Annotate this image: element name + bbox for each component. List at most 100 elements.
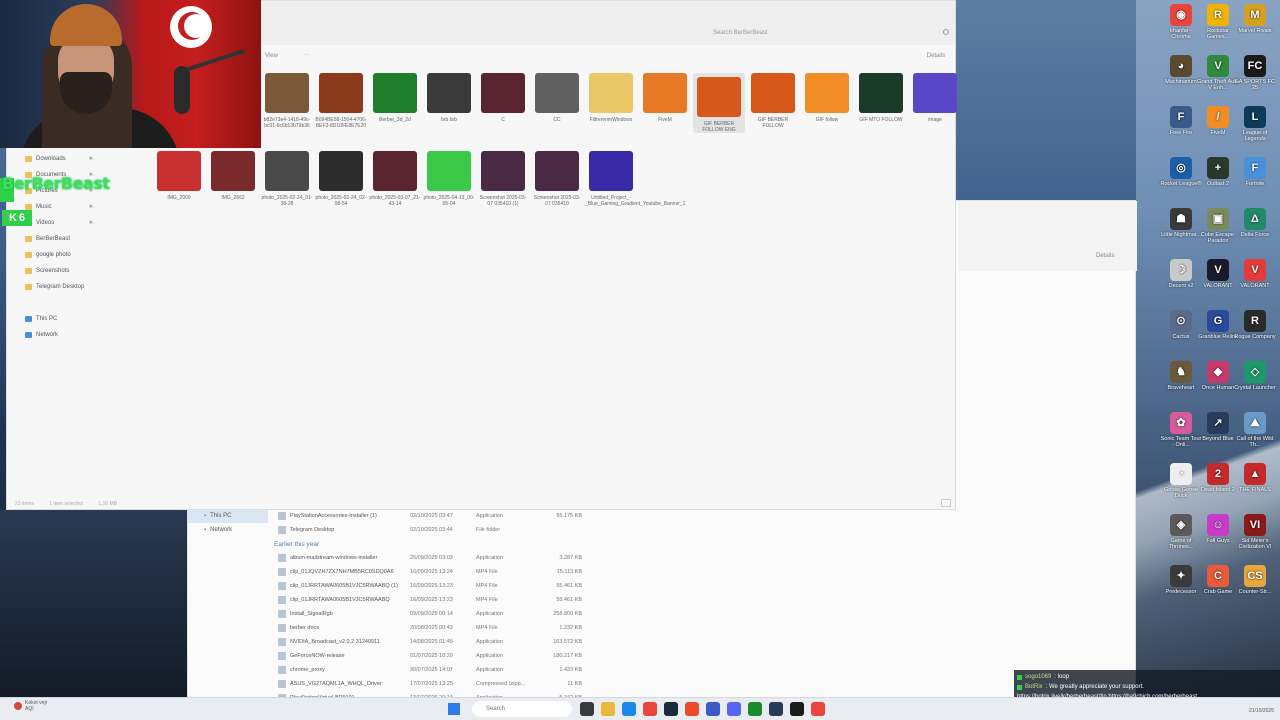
windows-start-icon[interactable] [448,703,460,715]
steam-icon[interactable] [664,702,678,716]
back-nav-item[interactable]: ▪ Network [188,523,268,537]
desktop-shortcut[interactable]: V Grand Theft Auto V Enh... [1197,55,1239,91]
desktop-shortcut[interactable]: F Fortnite [1234,157,1276,187]
desktop-shortcut[interactable]: Δ Delta Force [1234,208,1276,238]
back-nav-item[interactable]: ▪ This PC [188,509,268,523]
file-tile[interactable]: Berber_3d_2d [369,73,421,123]
file-tile[interactable]: C [477,73,529,123]
xbox-icon[interactable] [748,702,762,716]
desktop-shortcut[interactable]: 2 Dead Island 2 [1197,463,1239,493]
discord-icon[interactable] [727,702,741,716]
desktop-shortcut[interactable]: R Rockstar Games... [1197,4,1239,40]
file-tile[interactable]: photo_2025-04-13_00-05-04 [423,151,475,207]
nav-item-nav_network[interactable]: Network [7,327,147,343]
table-row[interactable]: clip_01JQVZH7ZX7NH7MB5RC0SDQ0A6 16/09/202… [272,565,592,579]
more-options-button[interactable]: ··· [303,52,309,58]
nav-item[interactable]: google photo [7,247,147,263]
file-tile[interactable]: B094BE58-1504-4706-BEF3-8D10FE8E7E20 [315,73,367,129]
file-tile[interactable]: photo_2025-02-24_01-38-28 [261,151,313,207]
nav-item[interactable]: Screenshots [7,263,147,279]
chrome-icon[interactable] [643,702,657,716]
file-tile[interactable]: Screenshot 2025-03-07 035410 (1) [477,151,529,207]
desktop-shortcut[interactable]: ♞ Braveheart [1160,361,1202,391]
weather-widget[interactable]: Kokot vejr AQI [14,700,47,712]
table-row[interactable]: ASUS_VG27AQML1A_WHQL_Driver 17/07/2025 13… [272,677,592,691]
desktop-shortcut[interactable]: / FiveM [1197,106,1239,136]
file-tile[interactable]: IMG_2009 [153,151,205,201]
file-tile[interactable]: photo_2025-02-24_02-08-54 [315,151,367,207]
file-tile[interactable]: Untitled_Project_-_Blue_Gaming_Gradient_… [585,151,685,207]
file-tile[interactable]: brb brb [423,73,475,123]
desktop-shortcut[interactable]: ◎ Rocket League® [1160,157,1202,187]
desktop-shortcut[interactable]: G Granblue Relink [1197,310,1239,340]
file-tile[interactable]: FiltrerenmWindows [585,73,637,123]
desktop-shortcut[interactable]: ◔ Goose Goose Duck [1160,463,1202,499]
desktop-shortcut[interactable]: ◉ khanfar - Chrome [1160,4,1202,40]
group-header[interactable]: Earlier this year [272,537,592,551]
ea-icon[interactable] [685,702,699,716]
table-row[interactable]: clip_01JRRTAWA0605B1VJC5RWAABQ 16/09/2025… [272,593,592,607]
desktop-shortcut[interactable]: L League of Legends [1234,106,1276,142]
table-row[interactable]: GeForceNOW-release 01/07/2025 18:20 Applic… [272,649,592,663]
view-toggle-icon[interactable] [941,499,951,507]
back-window-titlebar[interactable] [958,201,1137,271]
desktop-shortcut[interactable]: R Rogue Company [1234,310,1276,340]
table-row[interactable]: berber docs 20/08/2025 00:43 MP4 File 1.232… [272,621,592,635]
desktop-shortcut[interactable]: ◆ Once Human [1197,361,1239,391]
file-tile[interactable]: Screenshot 2025-03-07 035410 [531,151,583,207]
file-tile[interactable]: GIF BERBER FOLLOW [747,73,799,129]
desktop-shortcut[interactable]: ◕ Machinarium [1160,55,1202,85]
desktop-shortcut[interactable]: ▣ Cube Escape: Paradox [1197,208,1239,244]
desktop-shortcut[interactable]: F Free Fire [1160,106,1202,136]
table-row[interactable]: clip_01JRRTAWA0605B1VJC5RWAABQ (1) 16/09/… [272,579,592,593]
mail-icon[interactable] [706,702,720,716]
details-button[interactable]: Details [927,53,945,59]
desktop-shortcut[interactable]: V VALORANT [1197,259,1239,289]
desktop-shortcut[interactable]: V VALORANT [1234,259,1276,289]
nav-item[interactable]: Telegram Desktop [7,279,147,295]
steam2-icon[interactable] [769,702,783,716]
desktop-shortcut[interactable]: M Marvel Rivals [1234,4,1276,34]
file-tile[interactable]: GIF BERBER FOLLOW ENG [693,73,745,133]
desktop-shortcut[interactable]: C Crab Game [1197,565,1239,595]
file-tile[interactable]: b82e73e4-1418-49c-bc01-6c6b13b79b36 [261,73,313,129]
desktop-shortcut[interactable]: ⛰ Call of the Wild Th... [1234,412,1276,448]
explorer-icon[interactable] [601,702,615,716]
nav-item-nav_pc[interactable]: This PC [7,311,147,327]
taskbar-search[interactable]: Search [472,701,572,717]
desktop-shortcut[interactable]: FC EA SPORTS FC 25 [1234,55,1276,91]
desktop-shortcut[interactable]: ◈ Game of Thrones... [1160,514,1202,550]
desktop-shortcut[interactable]: ✿ Sonic Team Tour - Onli... [1160,412,1202,448]
file-manager-icon[interactable] [580,702,594,716]
clock[interactable]: 21/10/2025 [1249,701,1274,715]
table-row[interactable]: album-mailstream-windows-installer 25/09/… [272,551,592,565]
chrome2-icon[interactable] [811,702,825,716]
table-row[interactable]: chrome_proxy 30/07/2025 14:07 Application 1… [272,663,592,677]
table-row[interactable]: PlayStationAccessories-Installer (1) 02/1… [272,509,592,523]
desktop-shortcut[interactable]: VI Sid Meier's Civilization VI [1234,514,1276,550]
table-row[interactable]: NVIDIA_Broadcast_v2.0.2.31240911 14/08/20… [272,635,592,649]
desktop-shortcut[interactable]: ☽ Decent v2 [1160,259,1202,289]
file-tile[interactable]: GIF follow [801,73,853,123]
nav-item[interactable]: BerBerBeast [7,231,147,247]
desktop-shortcut[interactable]: ☗ Little Nightmar... [1160,208,1202,238]
nav-item[interactable]: Downloads ✱ [7,151,147,167]
details-button[interactable]: Details [1096,253,1114,259]
table-row[interactable]: Install_SignalRgb 09/09/2025 00:14 Applica… [272,607,592,621]
desktop-shortcut[interactable]: ◇ Crystal Launcher [1234,361,1276,391]
view-button[interactable]: View [265,53,278,59]
file-tile[interactable]: photo_2025-03-07_21-43-14 [369,151,421,207]
table-row[interactable]: Telegram Desktop 02/10/2025 03:44 File fol… [272,523,592,537]
file-tile[interactable]: IMG_2662 [207,151,259,201]
desktop-shortcut[interactable]: ⊙ Cactus [1160,310,1202,340]
desktop-shortcut[interactable]: ☺ Fall Guys [1197,514,1239,544]
desktop-shortcut[interactable]: ▲ THE FINALS [1234,463,1276,493]
desktop-shortcut[interactable]: ↗ Beyond Blue [1197,412,1239,442]
file-tile[interactable]: GIF MTO FOLLOW [855,73,907,123]
search-input[interactable]: Search BerBerBeast [709,25,953,41]
edge-icon[interactable] [622,702,636,716]
desktop-shortcut[interactable]: CS Counter-Str... [1234,565,1276,595]
obs-icon[interactable] [790,702,804,716]
file-tile[interactable]: FiveM [639,73,691,123]
desktop-shortcut[interactable]: ✦ Predecessor [1160,565,1202,595]
